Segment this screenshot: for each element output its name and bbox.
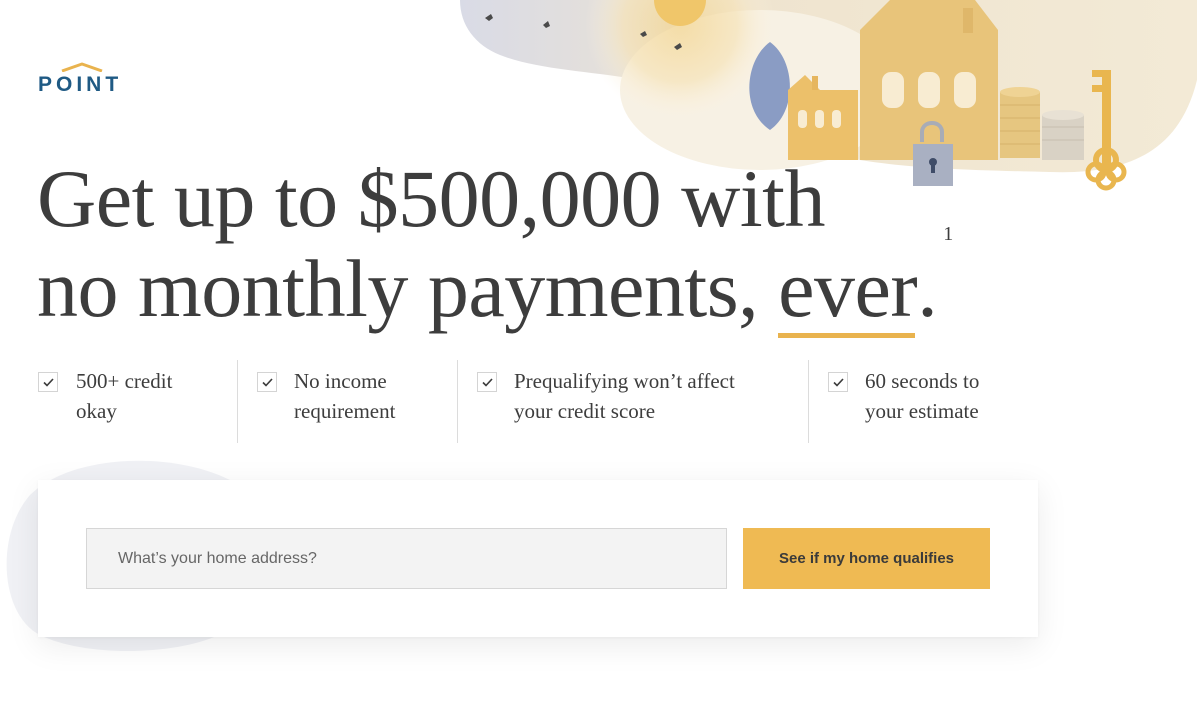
home-address-input[interactable] bbox=[86, 528, 727, 589]
feature-line-2: okay bbox=[76, 399, 117, 423]
check-icon bbox=[477, 372, 497, 392]
emphasis-underline bbox=[778, 333, 916, 338]
roof-icon bbox=[61, 62, 103, 72]
feature-line-2: requirement bbox=[294, 399, 396, 423]
check-icon bbox=[828, 372, 848, 392]
see-if-qualifies-button[interactable]: See if my home qualifies bbox=[743, 528, 990, 589]
feature-line-1: 500+ credit bbox=[76, 369, 173, 393]
headline-line-1: Get up to $500,000 with bbox=[37, 153, 825, 244]
headline-line-2: no monthly payments, ever .1 bbox=[37, 224, 1057, 338]
check-icon bbox=[38, 372, 58, 392]
feature-line-2: your estimate bbox=[865, 399, 979, 423]
feature-item-prequalify: Prequalifying won’t affect your credit s… bbox=[457, 360, 808, 443]
feature-text: No income requirement bbox=[294, 366, 395, 426]
headline-line-2-suffix: . bbox=[917, 243, 938, 334]
feature-line-2: your credit score bbox=[514, 399, 656, 423]
logo-text: POINT bbox=[38, 73, 123, 96]
feature-line-1: 60 seconds to bbox=[865, 369, 980, 393]
feature-text: 60 seconds to your estimate bbox=[865, 366, 979, 426]
feature-text: 500+ credit okay bbox=[76, 366, 172, 426]
feature-line-1: Prequalifying won’t affect bbox=[514, 369, 735, 393]
feature-item-credit: 500+ credit okay bbox=[38, 360, 237, 443]
feature-item-estimate: 60 seconds to your estimate bbox=[808, 360, 1039, 443]
page-headline: Get up to $500,000 with no monthly payme… bbox=[37, 153, 1057, 338]
feature-line-1: No income bbox=[294, 369, 387, 393]
feature-text: Prequalifying won’t affect your credit s… bbox=[514, 366, 735, 426]
point-logo[interactable]: POINT bbox=[38, 58, 128, 98]
feature-item-income: No income requirement bbox=[237, 360, 457, 443]
check-icon bbox=[257, 372, 277, 392]
emphasis-word: ever bbox=[778, 243, 918, 338]
feature-list: 500+ credit okay No income requirement P… bbox=[38, 360, 1038, 443]
emphasis-word-text: ever bbox=[778, 243, 918, 334]
address-form-card: See if my home qualifies bbox=[38, 480, 1038, 637]
headline-line-2-prefix: no monthly payments, bbox=[37, 243, 779, 334]
footnote-ref[interactable]: 1 bbox=[943, 223, 953, 245]
